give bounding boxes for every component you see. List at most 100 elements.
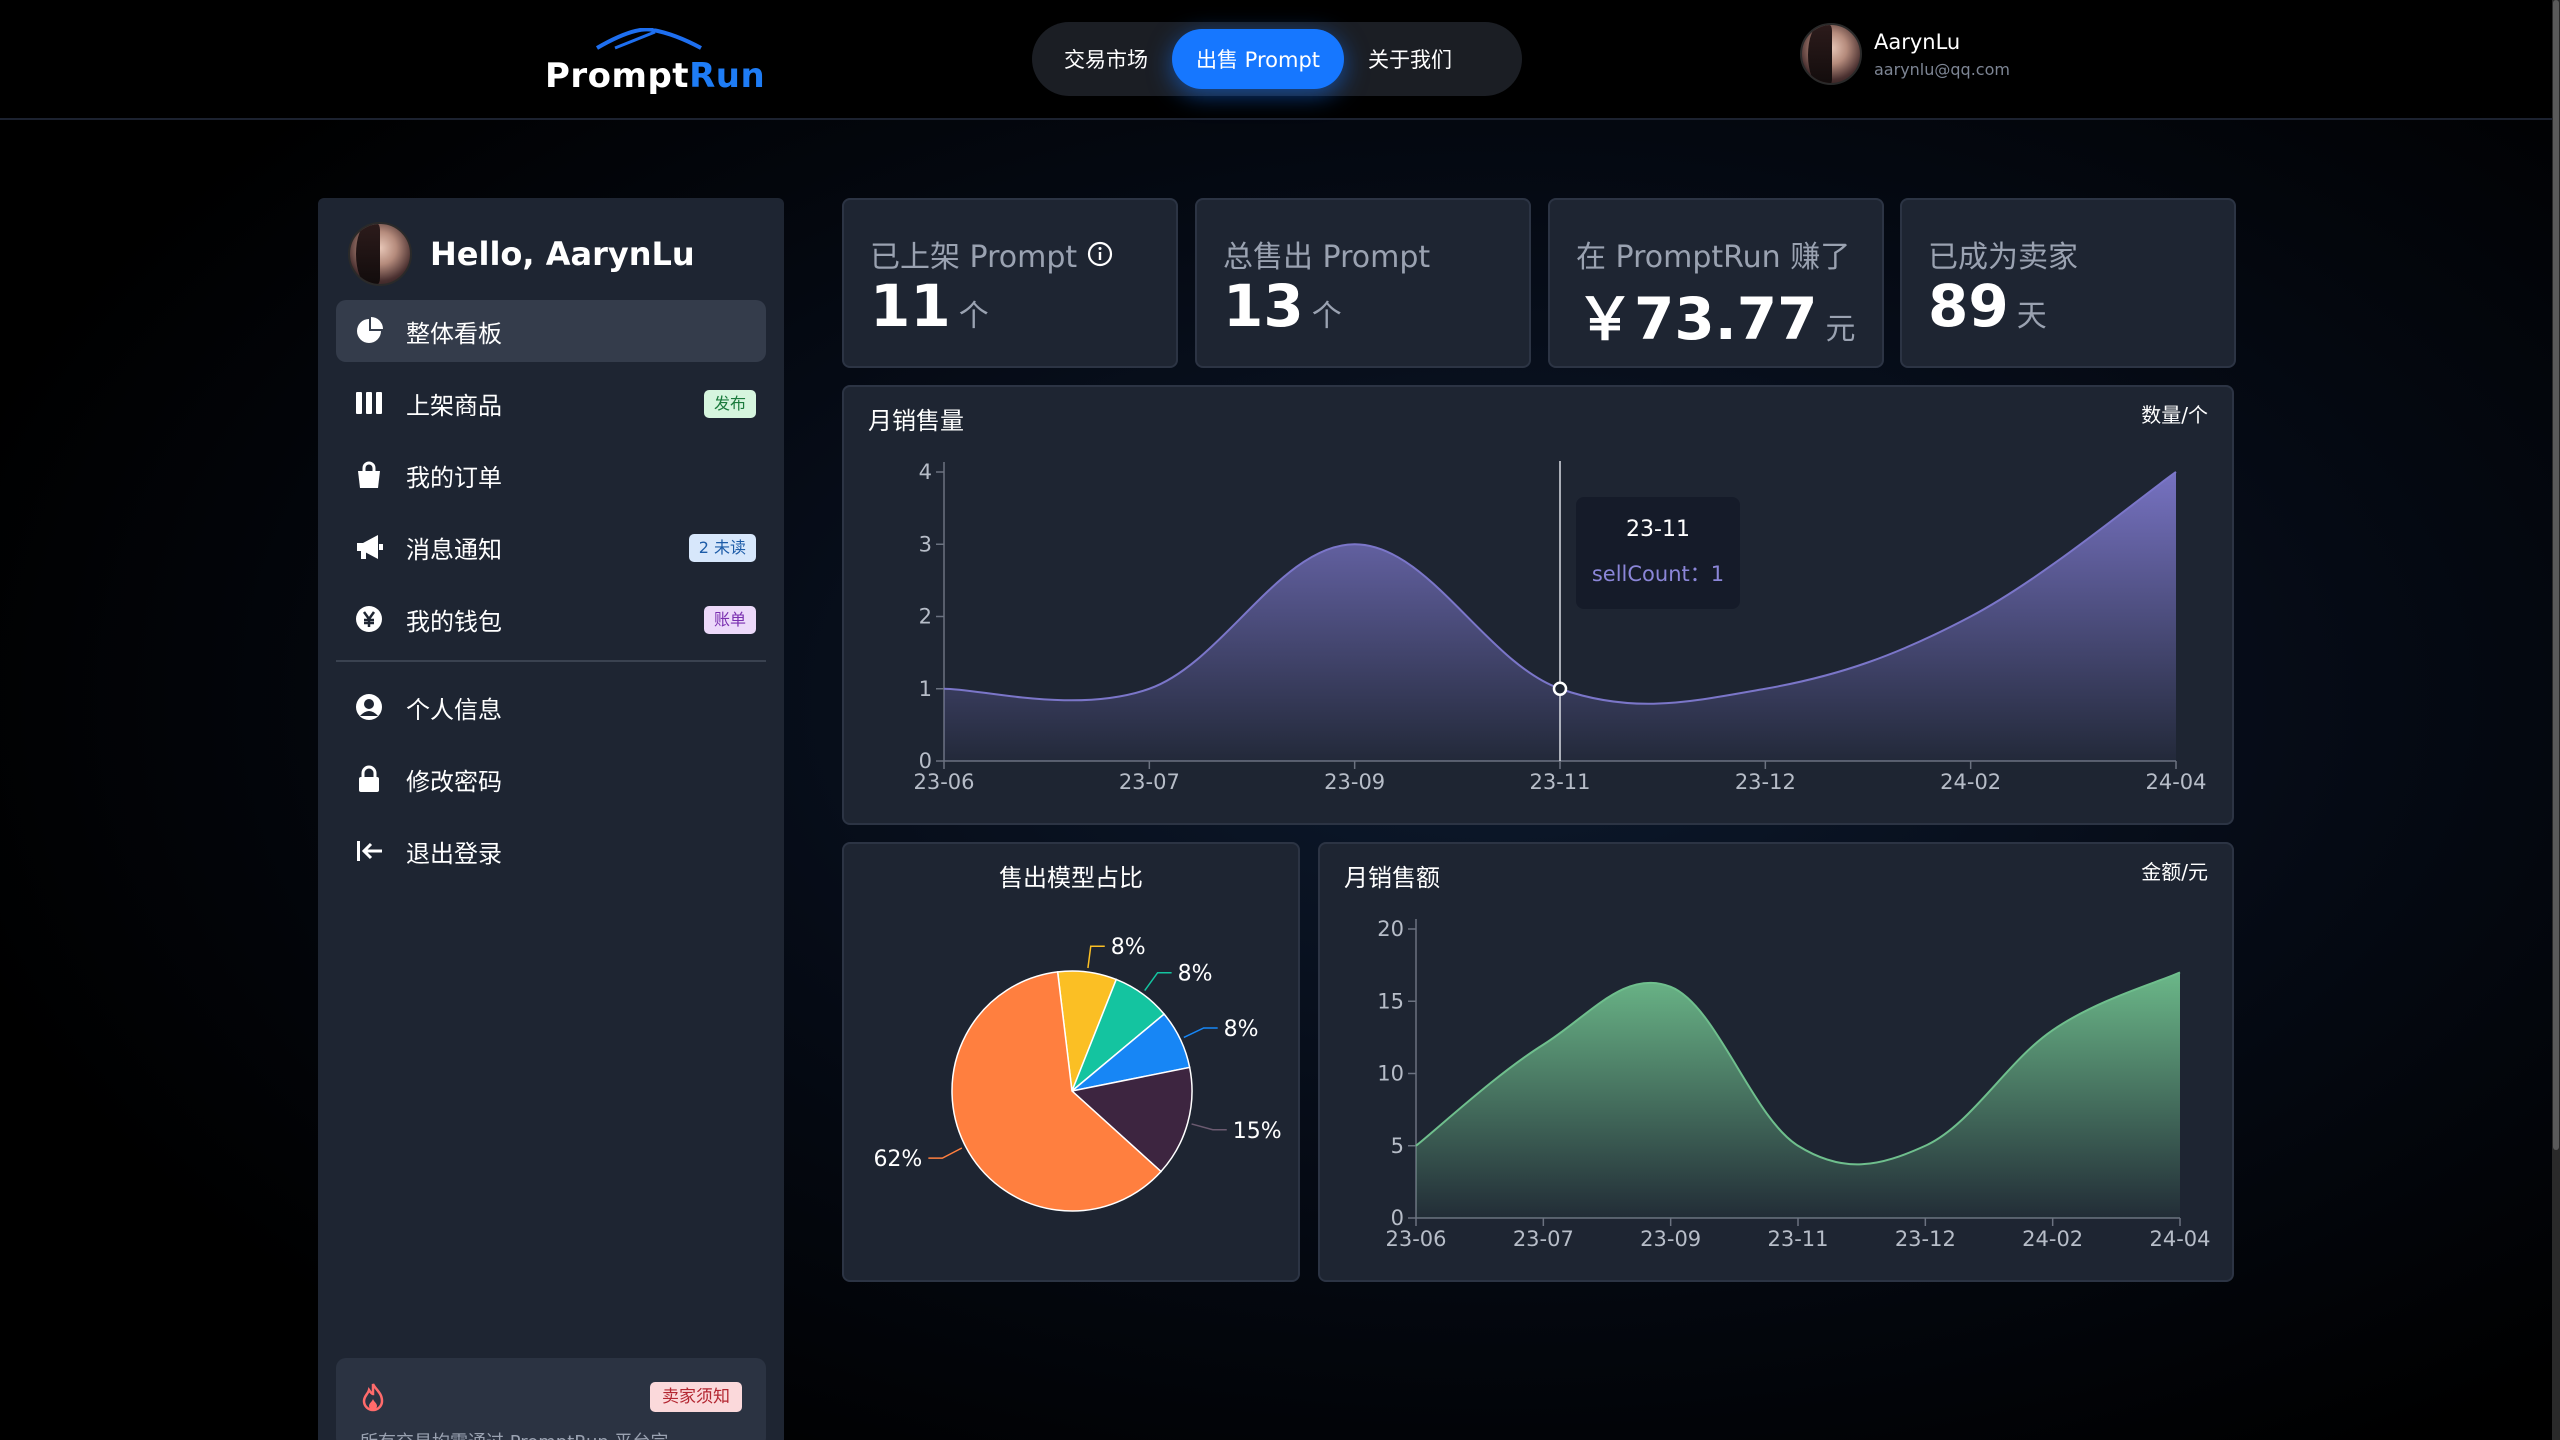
- columns-icon: [352, 386, 386, 420]
- highlight-point: [1552, 681, 1568, 696]
- tooltip-title: 23-11: [1626, 517, 1690, 542]
- x-tick-label: 23-12: [1895, 1227, 1956, 1251]
- y-tick-label: 1: [919, 677, 932, 701]
- logo-text: PromptRun: [545, 56, 766, 96]
- nav-sell-prompt[interactable]: 出售 Prompt: [1172, 29, 1345, 89]
- x-tick-label: 23-09: [1324, 770, 1385, 794]
- stat-title: 在 PromptRun 赚了: [1576, 240, 1851, 275]
- y-tick-label: 2: [919, 605, 932, 629]
- bill-badge[interactable]: 账单: [703, 606, 756, 634]
- shopping-bag-icon: [352, 458, 386, 492]
- pie-chart-icon: [352, 314, 386, 348]
- pie-label: 15%: [1233, 1119, 1282, 1144]
- y-tick-label: 3: [919, 532, 932, 556]
- stat-unit: 元: [1825, 312, 1856, 347]
- stat-value: 89: [1928, 272, 2009, 340]
- unread-badge: 2 未读: [688, 534, 756, 562]
- sidebar-item-label: 上架商品: [406, 391, 502, 420]
- x-tick-label: 23-07: [1513, 1227, 1574, 1251]
- x-tick-label: 23-12: [1735, 770, 1796, 794]
- stat-value: ￥73.77: [1576, 285, 1818, 353]
- logo-roof-icon: [595, 28, 702, 50]
- stat-value: 11: [870, 272, 951, 340]
- fire-icon: [360, 1382, 386, 1416]
- info-icon[interactable]: [1087, 241, 1113, 267]
- y-tick-label: 15: [1377, 989, 1404, 1013]
- sidebar-item-label: 整体看板: [406, 319, 502, 348]
- x-tick-label: 23-09: [1640, 1227, 1701, 1251]
- lock-icon: [352, 762, 386, 796]
- pie-label-line: [1183, 1027, 1218, 1039]
- tooltip-label: sellCount：1: [1591, 562, 1725, 586]
- x-tick-label: 24-02: [1940, 770, 2001, 794]
- main-nav: 交易市场 出售 Prompt 关于我们: [1032, 22, 1522, 96]
- user-menu[interactable]: AarynLu aarynlu@qq.com: [1800, 22, 2010, 86]
- sidebar-item-listings[interactable]: 上架商品 发布: [336, 372, 766, 434]
- scrollbar-thumb[interactable]: [2553, 0, 2559, 1150]
- sales-amount-panel: 月销售额 金额/元 0 5 10 15 20 23-06 23-07 23-09 23-11 23…: [1318, 842, 2234, 1282]
- x-tick-label: 24-04: [2145, 770, 2206, 794]
- stat-unit: 个: [1311, 299, 1342, 334]
- publish-badge[interactable]: 发布: [703, 390, 756, 418]
- sidebar-item-logout[interactable]: 退出登录: [336, 820, 766, 882]
- sidebar-item-notifications[interactable]: 消息通知 2 未读: [336, 516, 766, 578]
- stat-value: 13: [1223, 272, 1304, 340]
- sidebar-item-label: 我的订单: [406, 463, 502, 492]
- sidebar-item-wallet[interactable]: 我的钱包 账单: [336, 588, 766, 650]
- avatar: [1800, 23, 1862, 85]
- y-tick-label: 10: [1377, 1062, 1404, 1086]
- stat-card-seller-days: 已成为卖家 89 天: [1900, 198, 2236, 368]
- sidebar-item-password[interactable]: 修改密码: [336, 748, 766, 810]
- stat-unit: 天: [2016, 299, 2047, 334]
- chart-tooltip: 23-11 sellCount：1: [1576, 497, 1740, 609]
- megaphone-icon: [352, 530, 386, 564]
- pie-label: 8%: [1178, 962, 1213, 987]
- yen-circle-icon: [352, 602, 386, 636]
- pie-label-line: [928, 1147, 963, 1159]
- pie-label-line: [1087, 945, 1105, 969]
- top-header: PromptRun 交易市场 出售 Prompt 关于我们 AarynLu aa…: [0, 0, 2552, 120]
- user-name: AarynLu: [1874, 29, 1961, 54]
- sales-amount-chart[interactable]: 0510152023-06 23-07 23-09 23-11 23-12 24-02 24…: [1320, 844, 2236, 1284]
- y-tick-label: 4: [919, 460, 932, 484]
- sales-count-chart[interactable]: 0123423-06 23-07 23-09 23-11 23-12 24-02 24-04: [844, 387, 2236, 827]
- sidebar-item-orders[interactable]: 我的订单: [336, 444, 766, 506]
- user-email: aarynlu@qq.com: [1874, 59, 2010, 79]
- stat-title: 已成为卖家: [1928, 240, 2078, 275]
- stat-card-listed: 已上架 Prompt 11 个: [842, 198, 1178, 368]
- x-tick-label: 23-06: [913, 770, 974, 794]
- sidebar-avatar: [348, 222, 412, 286]
- y-tick-label: 20: [1377, 917, 1404, 941]
- page-scrollbar[interactable]: [2552, 0, 2560, 1440]
- sidebar-item-dashboard[interactable]: 整体看板: [336, 300, 766, 362]
- pie-label-line: [1191, 1123, 1227, 1131]
- stat-unit: 个: [958, 299, 989, 334]
- logo[interactable]: PromptRun: [545, 22, 765, 102]
- seller-notice-card[interactable]: 卖家须知 所有交易均需通过 PromptRun 平台完: [336, 1358, 766, 1440]
- sidebar-item-label: 修改密码: [406, 767, 502, 796]
- y-tick-label: 5: [1391, 1134, 1404, 1158]
- nav-market[interactable]: 交易市场: [1040, 29, 1172, 89]
- x-tick-label: 23-11: [1529, 770, 1590, 794]
- sidebar-item-label: 退出登录: [406, 839, 502, 868]
- series-area: [1416, 972, 2180, 1218]
- seller-notice-text: 所有交易均需通过 PromptRun 平台完: [360, 1428, 669, 1440]
- sidebar-item-label: 消息通知: [406, 535, 502, 564]
- x-tick-label: 24-02: [2022, 1227, 2083, 1251]
- greeting-text: Hello, AarynLu: [430, 235, 695, 273]
- nav-about[interactable]: 关于我们: [1344, 29, 1476, 89]
- menu-divider: [336, 660, 766, 662]
- model-share-chart[interactable]: 8% 8% 8% 15% 62%: [844, 844, 1302, 1284]
- x-tick-label: 23-07: [1119, 770, 1180, 794]
- pie-label: 8%: [1111, 935, 1146, 960]
- stat-card-earned: 在 PromptRun 赚了 ￥73.77 元: [1548, 198, 1884, 368]
- sidebar: Hello, AarynLu 整体看板 上架商品 发布 我的订单 消息通知 2 …: [318, 198, 784, 1440]
- sidebar-item-profile[interactable]: 个人信息: [336, 676, 766, 738]
- user-circle-icon: [352, 690, 386, 724]
- sidebar-item-label: 个人信息: [406, 695, 502, 724]
- stat-title: 总售出 Prompt: [1223, 240, 1431, 275]
- stat-title: 已上架 Prompt: [870, 240, 1078, 275]
- seller-notice-badge: 卖家须知: [650, 1382, 742, 1412]
- x-tick-label: 23-06: [1385, 1227, 1446, 1251]
- pie-label: 8%: [1224, 1017, 1259, 1042]
